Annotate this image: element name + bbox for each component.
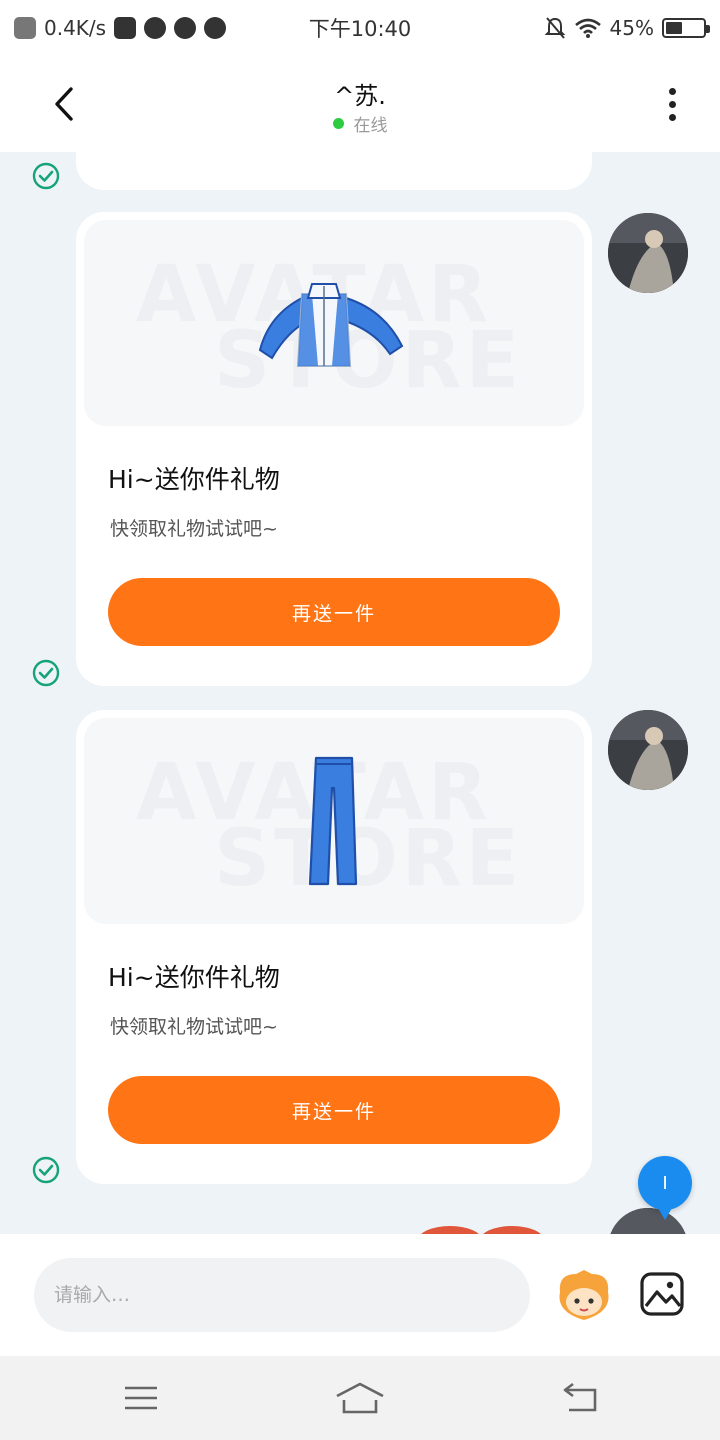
home-icon: [336, 1382, 384, 1414]
sent-check-icon: [32, 162, 60, 190]
jacket-icon: [258, 283, 404, 367]
chat-area[interactable]: AVATAR STORE Hi~送你件礼物 快领取礼物试试吧~ 再送一件: [0, 152, 720, 1234]
avatar[interactable]: [608, 710, 688, 790]
app-icon: [144, 17, 167, 39]
system-nav-bar: [0, 1356, 720, 1440]
avatar[interactable]: [608, 213, 688, 293]
send-another-button[interactable]: 再送一件: [108, 1076, 560, 1144]
sent-check-icon: [32, 659, 60, 687]
gift-subtitle: 快领取礼物试试吧~: [110, 1016, 278, 1038]
image-button[interactable]: [638, 1270, 686, 1318]
message-input[interactable]: [34, 1258, 530, 1332]
previous-message-card: [76, 152, 592, 190]
gift-message-card: AVATAR STORE Hi~送你件礼物 快领取礼物试试吧~ 再送一件: [76, 710, 592, 1184]
avatar-photo: [608, 1208, 688, 1234]
battery-percent: 45%: [609, 16, 654, 40]
chat-title: ^苏.: [334, 82, 386, 110]
pants-icon: [308, 756, 358, 886]
more-dot: [668, 100, 676, 108]
sent-check-icon: [32, 1156, 60, 1184]
battery-fill: [666, 22, 683, 34]
gift-image: AVATAR STORE: [84, 718, 584, 924]
gift-title: Hi~送你件礼物: [108, 465, 280, 494]
status-left: 0.4K/s: [14, 16, 227, 40]
gift-image: AVATAR STORE: [84, 220, 584, 426]
sticker-face-icon: [559, 1270, 609, 1320]
more-dot: [668, 87, 676, 95]
video-icon: [204, 17, 227, 39]
status-right: 45%: [544, 16, 710, 40]
menu-button[interactable]: [116, 1376, 166, 1420]
return-icon: [563, 1382, 597, 1412]
gift-subtitle: 快领取礼物试试吧~: [110, 518, 278, 540]
input-bar: [0, 1234, 720, 1356]
online-status: 在线: [0, 111, 720, 136]
mute-bell-icon: [544, 17, 565, 39]
floating-assistant-button[interactable]: I: [638, 1156, 692, 1220]
online-status-label: 在线: [353, 116, 388, 136]
notification-close-icon: [14, 17, 36, 39]
message-icon: [114, 17, 137, 39]
more-options-button[interactable]: [648, 80, 696, 128]
battery-icon: [662, 18, 710, 38]
network-speed: 0.4K/s: [44, 16, 107, 40]
menu-lines-icon: [125, 1386, 157, 1410]
chat-header: ^苏. 在线: [0, 56, 720, 152]
browser-icon: [174, 17, 197, 39]
avatar[interactable]: [608, 1208, 688, 1234]
floating-bubble-label: I: [662, 1172, 668, 1194]
send-another-button[interactable]: 再送一件: [108, 578, 560, 646]
status-bar: 0.4K/s 下午10:40 45%: [0, 0, 720, 56]
avatar-photo: [608, 710, 688, 790]
avatar-photo: [608, 213, 688, 293]
home-button[interactable]: [335, 1376, 385, 1420]
online-dot-icon: [332, 118, 344, 129]
partial-sticker: [421, 1226, 541, 1234]
gift-title: Hi~送你件礼物: [108, 963, 280, 992]
sticker-button[interactable]: [554, 1268, 614, 1324]
back-nav-button[interactable]: [554, 1376, 604, 1420]
wifi-icon: [574, 18, 601, 38]
image-icon: [640, 1272, 684, 1316]
more-dot: [668, 113, 676, 121]
gift-message-card: AVATAR STORE Hi~送你件礼物 快领取礼物试试吧~ 再送一件: [76, 212, 592, 686]
